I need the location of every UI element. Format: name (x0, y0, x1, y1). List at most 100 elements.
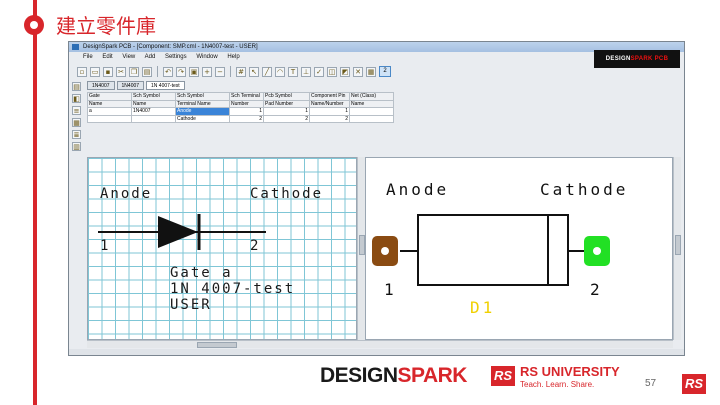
diode-symbol (98, 214, 266, 250)
list-icon[interactable]: ≡ (72, 106, 81, 115)
new-file-icon[interactable]: ▫ (77, 66, 87, 77)
cut-icon[interactable]: ✂ (116, 66, 126, 77)
open-folder-icon[interactable]: ▭ (90, 66, 100, 77)
menu-view[interactable]: View (122, 54, 135, 60)
rs-tagline: Teach. Learn. Share. (520, 380, 595, 389)
library-label: USER (170, 297, 212, 313)
table-header-row: Name Name Terminal Name Number Pad Numbe… (87, 99, 394, 108)
slide-accent-bar (33, 0, 37, 405)
pin-icon[interactable]: ⊥ (301, 66, 311, 77)
page-number: 57 (645, 378, 657, 389)
rs-corner-logo: RS (682, 374, 706, 394)
col-header: Sch Symbol (131, 92, 176, 101)
pin-assignment-table: Gate Sch Symbol Sch Symbol Sch Terminal … (87, 92, 394, 123)
horizontal-scrollbar[interactable] (87, 340, 673, 348)
app-window: DesignSpark PCB - [Component: SMP.cml - … (68, 41, 685, 356)
col-header: Name (87, 99, 132, 108)
menu-help[interactable]: Help (227, 54, 239, 60)
save-icon[interactable]: ▪ (103, 66, 113, 77)
zoom-out-icon[interactable]: − (215, 66, 225, 77)
rs-logo-badge: RS (491, 366, 515, 386)
undo-icon[interactable]: ↶ (163, 66, 173, 77)
table-row[interactable]: a 1N4007 Anode 1 1 1 (87, 107, 394, 116)
grid-icon[interactable]: # (236, 66, 246, 77)
cell-pin[interactable]: 1 (309, 107, 350, 116)
pad-icon[interactable]: ◩ (340, 66, 350, 77)
properties-icon[interactable]: ▦ (366, 66, 376, 77)
side-toolbar: ▤ ◧ ≡ ▦ ≣ ▥ (72, 82, 82, 151)
reference-designator: D1 (470, 298, 496, 317)
col-header: Net (Class) (349, 92, 394, 101)
slide-title: 建立零件庫 (56, 14, 156, 38)
col-header: Pad Number (263, 99, 310, 108)
col-header: Gate (87, 92, 132, 101)
col-header: Name (131, 99, 176, 108)
cell-gate[interactable] (87, 114, 132, 123)
menu-add[interactable]: Add (145, 54, 156, 60)
schematic-canvas[interactable]: Anode Cathode 1 2 Gate a 1N 4007-test US… (87, 157, 357, 340)
cell-terminal-selected[interactable]: Anode (175, 107, 230, 116)
cell-symbol[interactable] (131, 114, 176, 123)
redo-icon[interactable]: ↷ (176, 66, 186, 77)
paste-icon[interactable]: ▤ (142, 66, 152, 77)
cell-terminal[interactable]: Cathode (175, 114, 230, 123)
window-titlebar: DesignSpark PCB - [Component: SMP.cml - … (69, 42, 684, 52)
menu-edit[interactable]: Edit (102, 54, 112, 60)
pcb-footprint-canvas[interactable]: Anode Cathode 1 2 D1 (365, 157, 673, 340)
cell-pad-number[interactable]: 1 (263, 107, 310, 116)
main-toolbar: ▫ ▭ ▪ ✂ ❐ ▤ ↶ ↷ ▣ + − # ↖ ╱ ◠ T ⊥ ✓ ◫ ◩ … (69, 64, 684, 79)
toolbar-divider (157, 66, 158, 77)
cell-net[interactable] (349, 114, 394, 123)
app-icon (72, 44, 79, 50)
cell-symbol[interactable]: 1N4007 (131, 107, 176, 116)
cell-net[interactable] (349, 107, 394, 116)
close-x-icon[interactable]: ✕ (353, 66, 363, 77)
cell-pin[interactable]: 2 (309, 114, 350, 123)
window-title: DesignSpark PCB - [Component: SMP.cml - … (83, 44, 258, 50)
zoom-fit-icon[interactable]: ▣ (189, 66, 199, 77)
symbol-icon[interactable]: ◧ (72, 94, 81, 103)
scrollbar-thumb[interactable] (197, 342, 237, 348)
line-icon[interactable]: ╱ (262, 66, 272, 77)
menu-bar: File Edit View Add Settings Window Help (69, 52, 684, 63)
tab-component-2[interactable]: 1N4007 (116, 81, 145, 90)
col-header: Terminal Name (175, 99, 230, 108)
check-icon[interactable]: ✓ (314, 66, 324, 77)
zoom-level-field[interactable]: 2 (379, 66, 391, 77)
sheet-icon[interactable]: ▤ (72, 82, 81, 91)
arc-icon[interactable]: ◠ (275, 66, 285, 77)
pcb-vertical-scrollbar[interactable] (673, 157, 681, 340)
cell-pad-number[interactable]: 2 (263, 114, 310, 123)
col-header: Number (229, 99, 264, 108)
table-icon[interactable]: ▦ (72, 118, 81, 127)
cell-sch-number[interactable]: 2 (229, 114, 264, 123)
schematic-pin-1: 1 (100, 238, 111, 254)
info-icon[interactable]: ▥ (72, 142, 81, 151)
menu-file[interactable]: File (83, 54, 93, 60)
table-row[interactable]: Cathode 2 2 2 (87, 114, 394, 123)
designspark-logo: DESIGNSPARK (320, 364, 467, 387)
zoom-in-icon[interactable]: + (202, 66, 212, 77)
scrollbar-thumb[interactable] (675, 235, 681, 255)
col-header: Sch Symbol (175, 92, 230, 101)
pcb-pin-1: 1 (384, 280, 397, 299)
pcb-pin-2: 2 (590, 280, 603, 299)
schematic-pin-2: 2 (250, 238, 261, 254)
select-icon[interactable]: ↖ (249, 66, 259, 77)
menu-window[interactable]: Window (196, 54, 217, 60)
tab-component-1[interactable]: 1N4007 (87, 81, 115, 90)
tab-component-active[interactable]: 1N 4007-test (146, 81, 185, 90)
copy-icon[interactable]: ❐ (129, 66, 139, 77)
text-icon[interactable]: T (288, 66, 298, 77)
cell-gate[interactable]: a (87, 107, 132, 116)
component-icon[interactable]: ◫ (327, 66, 337, 77)
schematic-vertical-scrollbar[interactable] (357, 157, 365, 340)
diode-footprint (372, 214, 610, 286)
col-header: Pcb Symbol (263, 92, 310, 101)
layers-icon[interactable]: ≣ (72, 130, 81, 139)
cell-sch-number[interactable]: 1 (229, 107, 264, 116)
toolbar-divider (230, 66, 231, 77)
menu-settings[interactable]: Settings (165, 54, 187, 60)
col-header: Component Pin (309, 92, 350, 101)
table-header-row: Gate Sch Symbol Sch Symbol Sch Terminal … (87, 92, 394, 101)
